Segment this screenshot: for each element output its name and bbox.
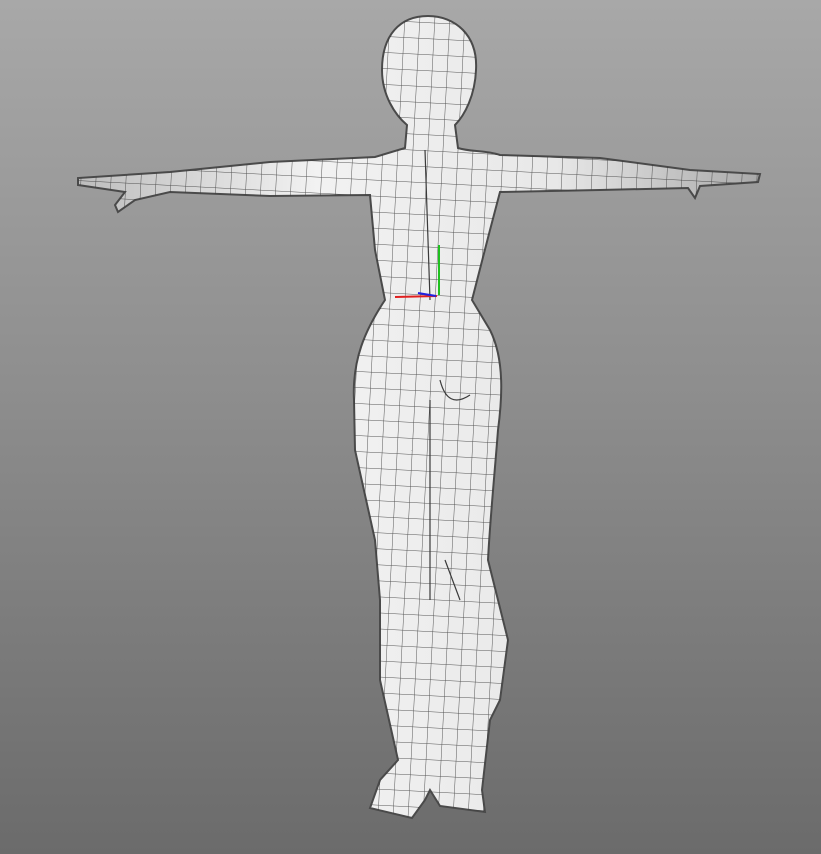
mesh-canvas[interactable] xyxy=(0,0,821,854)
character-mesh[interactable] xyxy=(0,0,821,854)
3d-viewport[interactable] xyxy=(0,0,821,854)
gizmo-x-axis xyxy=(394,295,438,298)
